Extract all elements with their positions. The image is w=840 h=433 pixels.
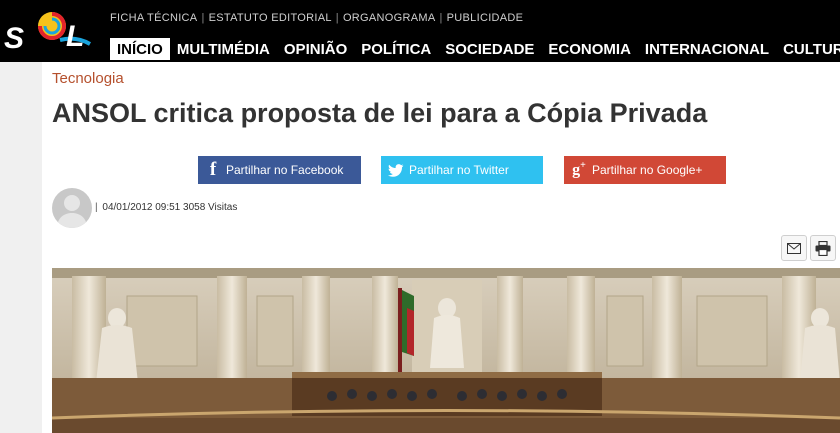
share-facebook-button[interactable]: f Partilhar no Facebook <box>198 156 361 184</box>
link-publicidade[interactable]: PUBLICIDADE <box>447 12 524 24</box>
share-facebook-label: Partilhar no Facebook <box>226 163 344 177</box>
main-nav: INÍCIO MULTIMÉDIA OPINIÃO POLÍTICA SOCIE… <box>110 38 840 60</box>
nav-sociedade[interactable]: SOCIEDADE <box>438 38 541 60</box>
share-twitter-button[interactable]: Partilhar no Twitter <box>381 156 543 184</box>
nav-cultura[interactable]: CULTURA <box>776 38 840 60</box>
nav-internacional[interactable]: INTERNACIONAL <box>638 38 776 60</box>
nav-economia[interactable]: ECONOMIA <box>541 38 638 60</box>
author-avatar[interactable] <box>52 188 92 228</box>
user-silhouette-icon <box>57 195 87 228</box>
nav-opiniao[interactable]: OPINIÃO <box>277 38 354 60</box>
sol-logo[interactable]: S L <box>0 0 100 62</box>
print-button[interactable] <box>810 235 836 261</box>
facebook-icon: f <box>209 159 217 180</box>
separator: | <box>335 12 339 24</box>
article-title: ANSOL critica proposta de lei para a Cóp… <box>52 98 708 128</box>
left-sidebar-strip <box>0 62 42 433</box>
svg-text:S: S <box>4 22 24 55</box>
separator: | <box>439 12 443 24</box>
meta-separator: | <box>95 202 98 213</box>
link-ficha-tecnica[interactable]: FICHA TÉCNICA <box>110 12 197 24</box>
site-header: S L FICHA TÉCNICA | ESTATUTO EDITORIAL |… <box>0 0 840 62</box>
google-plus-icon: g+ <box>572 160 586 179</box>
twitter-bird-icon <box>385 160 407 180</box>
article-meta: | 04/01/2012 09:51 3058 Visitas <box>95 202 237 213</box>
article-photo <box>52 268 840 433</box>
envelope-icon <box>787 242 801 254</box>
link-organograma[interactable]: ORGANOGRAMA <box>343 12 436 24</box>
share-twitter-label: Partilhar no Twitter <box>409 163 509 177</box>
article-visits: 3058 Visitas <box>183 202 238 213</box>
email-button[interactable] <box>781 235 807 261</box>
nav-politica[interactable]: POLÍTICA <box>354 38 438 60</box>
share-google-button[interactable]: g+ Partilhar no Google+ <box>564 156 726 184</box>
separator: | <box>201 12 205 24</box>
article-datetime: 04/01/2012 09:51 <box>102 202 181 213</box>
nav-inicio[interactable]: INÍCIO <box>110 38 170 60</box>
article-category[interactable]: Tecnologia <box>52 70 124 87</box>
nav-multimedia[interactable]: MULTIMÉDIA <box>170 38 277 60</box>
svg-text:L: L <box>66 20 84 53</box>
link-estatuto-editorial[interactable]: ESTATUTO EDITORIAL <box>209 12 332 24</box>
top-links: FICHA TÉCNICA | ESTATUTO EDITORIAL | ORG… <box>110 11 523 25</box>
printer-icon <box>815 240 831 256</box>
share-google-label: Partilhar no Google+ <box>592 163 703 177</box>
